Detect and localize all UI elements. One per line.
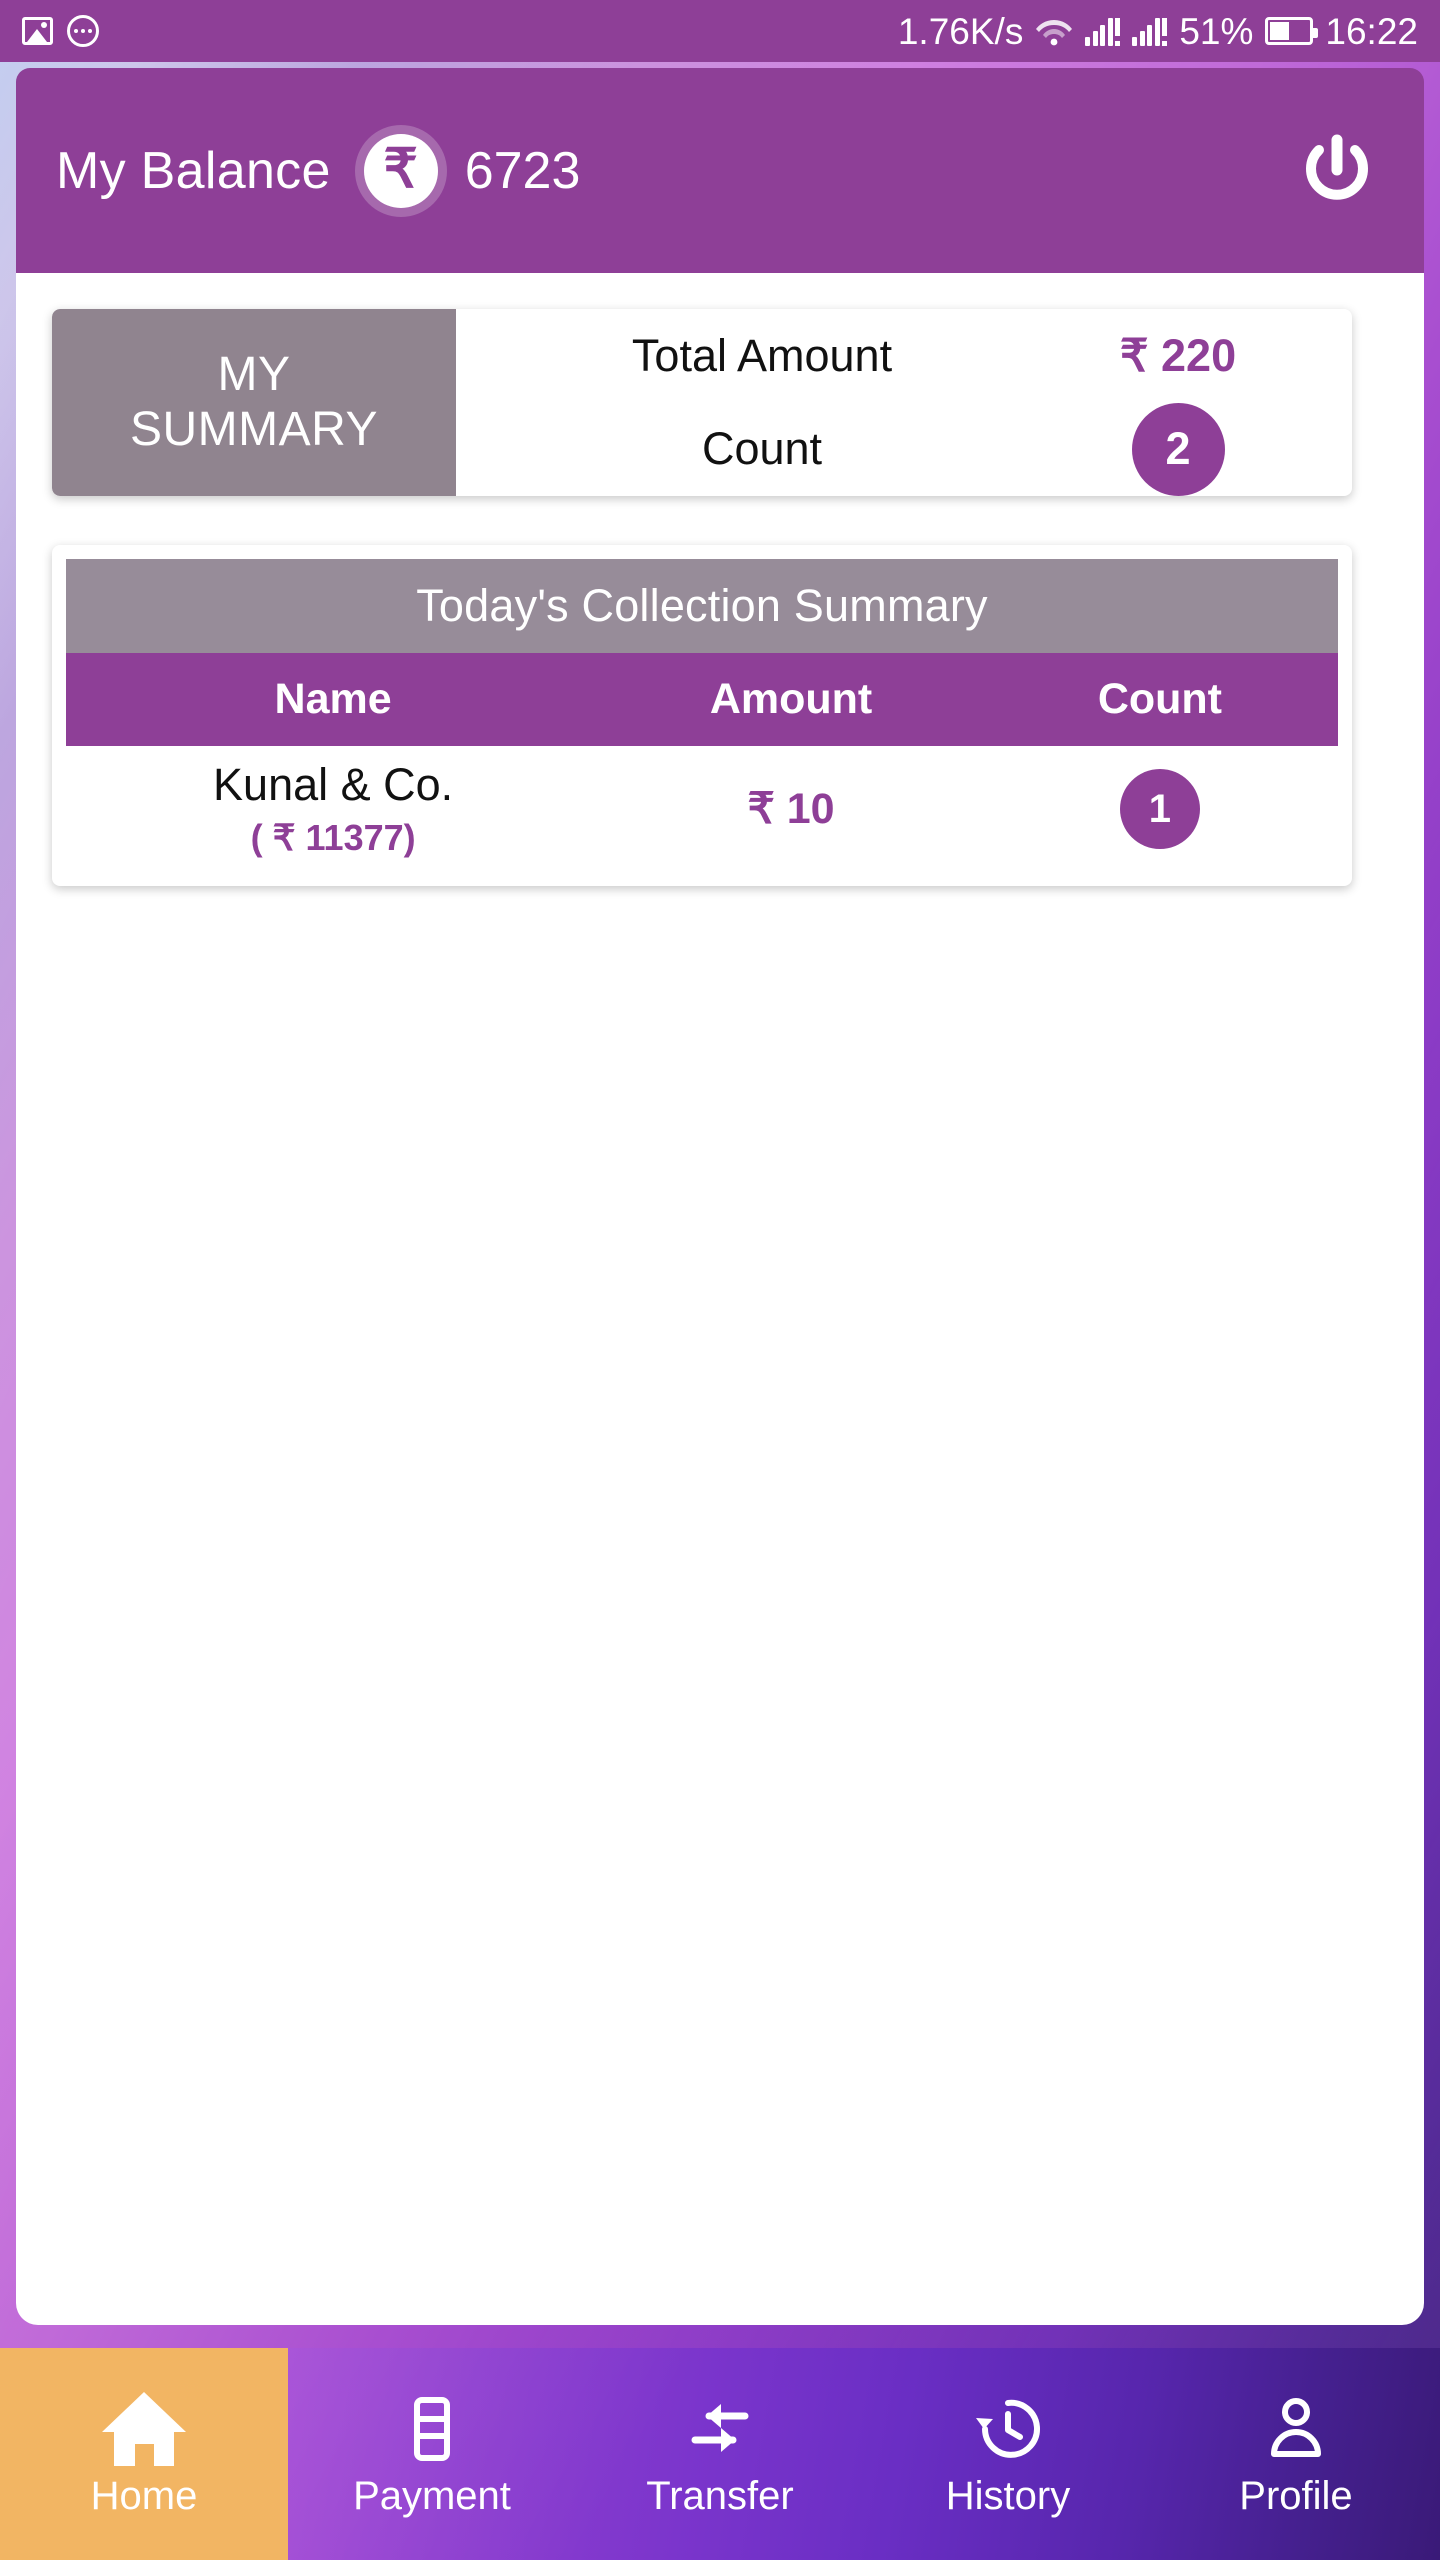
network-speed: 1.76K/s (897, 10, 1024, 52)
battery-percent: 51% (1179, 10, 1254, 52)
count-value: 2 (1131, 402, 1225, 496)
power-icon[interactable] (1294, 128, 1380, 214)
nav-item-home[interactable]: Home (0, 2348, 288, 2560)
row-name: Kunal & Co. (213, 759, 454, 811)
rupee-symbol: ₹ (363, 133, 438, 208)
my-summary-card[interactable]: MY SUMMARY Total Amount ₹ 220 Count 2 (52, 309, 1352, 496)
app-header: My Balance ₹ 6723 (16, 68, 1424, 273)
table-row[interactable]: Kunal & Co. ( ₹ 11377) ₹ 10 1 (66, 746, 1338, 872)
nav-item-profile[interactable]: Profile (1152, 2348, 1440, 2560)
status-bar-right: 1.76K/s 51% 16:22 (898, 13, 1418, 50)
wifi-icon (1035, 16, 1073, 46)
count-row: Count 2 (456, 402, 1352, 497)
total-amount-label: Total Amount (631, 329, 893, 381)
nav-label-history: History (945, 2474, 1071, 2518)
collection-summary-card: Today's Collection Summary Name Amount C… (52, 545, 1352, 886)
page-title: My Balance (56, 141, 331, 200)
signal-2-icon (1132, 16, 1168, 46)
battery-icon (1265, 17, 1319, 45)
history-icon (971, 2392, 1045, 2466)
column-header-count: Count (1097, 675, 1222, 723)
column-header-amount: Amount (709, 675, 873, 723)
my-summary-values: Total Amount ₹ 220 Count 2 (456, 309, 1352, 496)
nav-label-transfer: Transfer (646, 2474, 794, 2518)
column-header-name: Name (274, 675, 392, 723)
home-icon (102, 2392, 186, 2466)
content-area: MY SUMMARY Total Amount ₹ 220 Count 2 To… (16, 273, 1424, 2325)
balance-value: 6723 (464, 141, 581, 200)
photo-icon (22, 17, 53, 45)
count-badge: 2 (1048, 402, 1308, 496)
nav-label-payment: Payment (353, 2474, 511, 2518)
count-label: Count (701, 423, 823, 475)
rupee-icon: ₹ (354, 124, 447, 217)
collection-table-header: Name Amount Count (66, 653, 1338, 746)
nav-item-history[interactable]: History (864, 2348, 1152, 2560)
my-summary-label-line2: SUMMARY (130, 402, 378, 456)
collection-summary-title: Today's Collection Summary (66, 559, 1338, 653)
nav-item-transfer[interactable]: Transfer (576, 2348, 864, 2560)
row-name-subtotal: ( ₹ 11377) (250, 817, 416, 859)
card-icon (395, 2392, 469, 2466)
row-count-badge: 1 (1119, 769, 1200, 849)
nav-label-home: Home (90, 2474, 198, 2518)
status-bar-left (22, 15, 99, 47)
row-name-cell: Kunal & Co. ( ₹ 11377) (66, 758, 600, 859)
signal-1-icon (1085, 16, 1121, 46)
my-summary-panel: MY SUMMARY (52, 309, 456, 496)
status-bar: 1.76K/s 51% 16:22 (0, 0, 1440, 62)
clock: 16:22 (1325, 10, 1418, 52)
transfer-icon (683, 2392, 757, 2466)
more-options-icon (67, 15, 99, 47)
total-amount-row: Total Amount ₹ 220 (456, 309, 1352, 403)
phone-screen: 1.76K/s 51% 16:22 My Balance ₹ 6723 MY S… (0, 0, 1440, 2560)
row-count-cell: 1 (982, 769, 1338, 849)
bottom-navigation: Home Payment Transfer History Profile (0, 2348, 1440, 2560)
row-amount: ₹ 10 (747, 785, 835, 833)
nav-item-payment[interactable]: Payment (288, 2348, 576, 2560)
nav-label-profile: Profile (1239, 2474, 1353, 2518)
total-amount-value: ₹ 220 (1119, 330, 1237, 382)
my-summary-label-line1: MY (217, 347, 291, 401)
person-icon (1259, 2392, 1333, 2466)
